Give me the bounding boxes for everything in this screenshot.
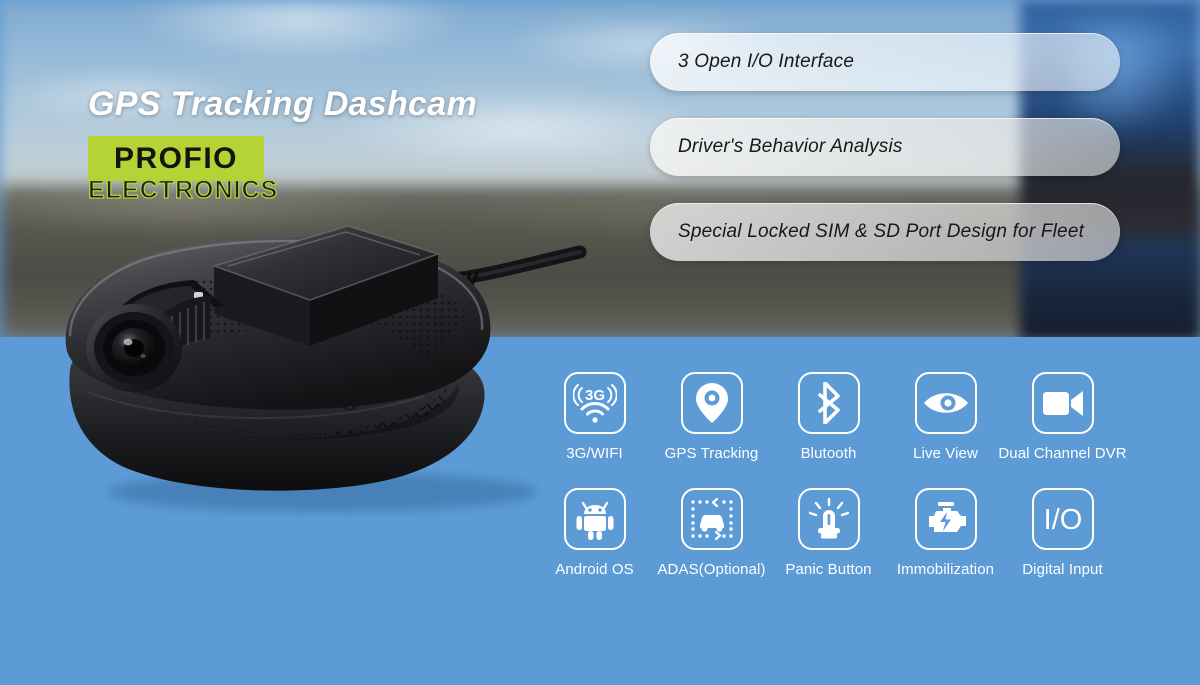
spec-item-dual-channel-dvr[interactable]: Dual Channel DVR (998, 372, 1127, 462)
bluetooth-icon (797, 372, 860, 434)
eye-icon (914, 372, 977, 434)
spec-label: Android OS (555, 561, 634, 578)
spec-icon-grid: 3G 3G/WIFI GPS Tracking Blutooth Live Vi… (536, 372, 1186, 604)
spec-item-immobilization[interactable]: Immobilization (887, 488, 1004, 578)
android-robot-icon (563, 488, 626, 550)
3g-wifi-icon: 3G (563, 372, 626, 434)
spec-item-gps-tracking[interactable]: GPS Tracking (653, 372, 770, 462)
svg-text:3G: 3G (584, 387, 604, 404)
video-camera-icon (1031, 372, 1094, 434)
product-banner: GPS Tracking Dashcam PROFIO ELECTRONICS … (0, 0, 1200, 685)
io-text-icon: I/O (1031, 488, 1094, 550)
feature-pill[interactable]: Driver's Behavior Analysis (650, 118, 1120, 176)
page-title: GPS Tracking Dashcam (88, 85, 477, 123)
spec-item-adas[interactable]: ADAS(Optional) (653, 488, 770, 578)
feature-pill[interactable]: 3 Open I/O Interface (650, 33, 1120, 91)
spec-label: ADAS(Optional) (657, 561, 766, 578)
feature-list: 3 Open I/O Interface Driver's Behavior A… (650, 33, 1120, 288)
feature-label: Driver's Behavior Analysis (678, 136, 903, 157)
spec-label: Dual Channel DVR (998, 445, 1127, 462)
spec-label: 3G/WIFI (566, 445, 623, 462)
spec-item-digital-input[interactable]: I/O Digital Input (1004, 488, 1121, 578)
spec-item-live-view[interactable]: Live View (887, 372, 1004, 462)
spec-label: Live View (913, 445, 978, 462)
spec-label: Immobilization (896, 561, 995, 578)
engine-bolt-icon (914, 488, 977, 550)
spec-item-panic-button[interactable]: Panic Button (770, 488, 887, 578)
brand-logo: PROFIO ELECTRONICS (87, 136, 278, 205)
adas-car-icon (680, 488, 743, 550)
logo-brand-name: PROFIO (113, 141, 238, 175)
feature-label: 3 Open I/O Interface (678, 51, 855, 72)
spec-label: Panic Button (785, 561, 872, 578)
dashcam-product-image (48, 196, 608, 516)
siren-alarm-icon (797, 488, 860, 550)
map-pin-icon (680, 372, 743, 434)
feature-pill[interactable]: Special Locked SIM & SD Port Design for … (650, 203, 1120, 261)
svg-text:I/O: I/O (1043, 504, 1082, 536)
spec-item-android-os[interactable]: Android OS (536, 488, 653, 578)
spec-item-bluetooth[interactable]: Blutooth (770, 372, 887, 462)
spec-label: Digital Input (1022, 561, 1103, 578)
feature-label: Special Locked SIM & SD Port Design for … (678, 221, 1085, 242)
spec-label: Blutooth (800, 445, 857, 462)
spec-item-3g-wifi[interactable]: 3G 3G/WIFI (536, 372, 653, 462)
spec-label: GPS Tracking (664, 445, 759, 462)
